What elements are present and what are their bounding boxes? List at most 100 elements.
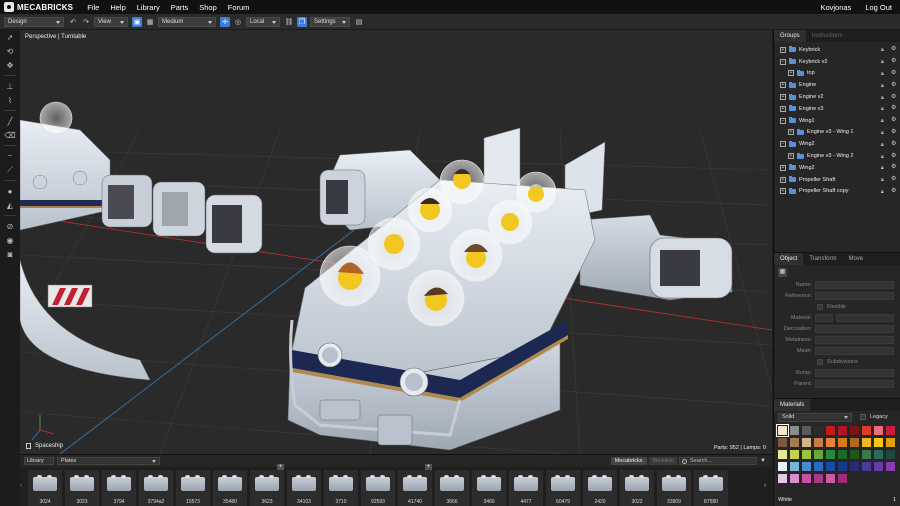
mesh-field[interactable] [815, 346, 894, 355]
logo[interactable]: MECABRICKS [4, 2, 73, 12]
color-swatch[interactable] [790, 438, 799, 447]
name-field[interactable] [815, 280, 894, 289]
color-swatch[interactable] [862, 462, 871, 471]
eraser-tool-icon[interactable]: ⌫ [0, 128, 20, 142]
tab-move[interactable]: Move [842, 253, 869, 265]
color-swatch[interactable] [886, 438, 895, 447]
expand-toggle-icon[interactable]: − [780, 117, 786, 124]
add-variant-icon[interactable]: + [425, 464, 432, 470]
reference-field[interactable] [815, 291, 894, 300]
settings-select[interactable]: Settings [310, 16, 350, 27]
color-swatch[interactable] [790, 462, 799, 471]
group-row[interactable]: + Wing2 🔒︎ ⚙ [774, 162, 900, 174]
quality-select[interactable]: Medium [158, 16, 216, 27]
gear-icon[interactable]: ⚙ [891, 176, 896, 182]
mode-select[interactable]: Design [4, 16, 64, 27]
color-swatch[interactable] [814, 450, 823, 459]
part-tile[interactable]: 3022 [620, 470, 654, 506]
source-bricklink-button[interactable]: Bricklink [648, 457, 677, 465]
part-tile[interactable]: 35480 [213, 470, 247, 506]
color-swatch[interactable] [790, 450, 799, 459]
part-tile[interactable]: 2420 [583, 470, 617, 506]
copy-icon[interactable]: ❐ [297, 16, 307, 27]
legacy-checkbox[interactable] [860, 414, 866, 420]
decoration-field[interactable] [815, 324, 894, 333]
color-swatch[interactable] [778, 462, 787, 471]
part-tile[interactable]: 3794a2 [139, 470, 173, 506]
gear-icon[interactable]: ⚙ [891, 105, 896, 111]
expand-toggle-icon[interactable]: − [780, 58, 786, 65]
color-swatch[interactable] [790, 426, 799, 435]
category-select[interactable]: Plates [57, 457, 160, 465]
group-row[interactable]: + Engine v3 🔒︎ ⚙ [774, 103, 900, 115]
source-mecabricks-button[interactable]: Mecabricks [610, 457, 647, 465]
filter-icon[interactable]: ▼ [760, 457, 770, 465]
color-swatch[interactable] [862, 450, 871, 459]
group-row[interactable]: + Propeller Shaft 🔒︎ ⚙ [774, 174, 900, 186]
lock-icon[interactable]: 🔒︎ [881, 130, 886, 136]
lock-icon[interactable]: 🔒︎ [881, 106, 886, 112]
color-swatch[interactable] [814, 474, 823, 483]
group-row[interactable]: − Keybrick v2 🔒︎ ⚙ [774, 56, 900, 68]
gear-icon[interactable]: ⚙ [891, 164, 896, 170]
color-swatch[interactable] [874, 450, 883, 459]
flex-tool-icon[interactable]: ⌇ [0, 93, 20, 107]
flexible-checkbox[interactable] [817, 303, 823, 310]
link-icon[interactable]: ⛓ [284, 17, 294, 27]
hinge-tool-icon[interactable]: ⊥ [0, 79, 20, 93]
color-swatch[interactable] [814, 438, 823, 447]
menu-library[interactable]: Library [137, 3, 160, 12]
color-swatch[interactable] [814, 462, 823, 471]
menu-file[interactable]: File [87, 3, 99, 12]
chevron-right-icon[interactable]: › [764, 483, 766, 489]
gear-icon[interactable]: ⚙ [891, 188, 896, 194]
chevron-left-icon[interactable]: ‹ [20, 483, 22, 489]
color-swatch[interactable] [802, 474, 811, 483]
measure-tool-icon[interactable]: ⟋ [0, 163, 20, 177]
lock-icon[interactable]: 🔒︎ [881, 165, 886, 171]
tab-object[interactable]: Object [774, 253, 804, 265]
part-tile[interactable]: 92593 [361, 470, 395, 506]
menu-help[interactable]: Help [110, 3, 125, 12]
color-swatch[interactable] [838, 462, 847, 471]
menu-forum[interactable]: Forum [228, 3, 250, 12]
color-swatch[interactable] [874, 462, 883, 471]
expand-toggle-icon[interactable]: − [780, 141, 786, 148]
tab-materials[interactable]: Materials [774, 399, 811, 411]
eye-icon[interactable]: ◉ [0, 233, 20, 247]
group-row[interactable]: + Engine v3 - Wing 1 🔒︎ ⚙ [774, 127, 900, 139]
expand-toggle-icon[interactable]: + [780, 164, 786, 171]
group-row[interactable]: + top 🔒︎ ⚙ [774, 68, 900, 80]
move-gizmo-icon[interactable]: ✛ [220, 16, 230, 27]
color-swatch[interactable] [838, 450, 847, 459]
gear-icon[interactable]: ⚙ [891, 117, 896, 123]
lock-icon[interactable]: 🔒︎ [881, 154, 886, 160]
camera-icon[interactable]: ▣ [132, 16, 142, 27]
view-select[interactable]: View [94, 16, 128, 27]
expand-toggle-icon[interactable]: + [780, 176, 786, 183]
group-row[interactable]: + Engine v3 - Wing 2 🔒︎ ⚙ [774, 150, 900, 162]
hide-icon[interactable]: ⊘ [0, 219, 20, 233]
lock-icon[interactable]: 🔒︎ [881, 47, 886, 53]
expand-toggle-icon[interactable]: + [780, 105, 786, 112]
color-swatch[interactable] [850, 462, 859, 471]
render-camera-icon[interactable]: ◙ [0, 247, 20, 261]
part-tile[interactable]: 3794 [102, 470, 136, 506]
parts-search-input[interactable]: Search... [679, 457, 757, 465]
lock-icon[interactable]: 🔒︎ [881, 177, 886, 183]
tab-transform[interactable]: Transform [803, 253, 842, 265]
lock-icon[interactable]: 🔒︎ [881, 118, 886, 124]
part-tile[interactable]: 60479 [546, 470, 580, 506]
gear-icon[interactable]: ⚙ [891, 129, 896, 135]
color-swatch[interactable] [826, 450, 835, 459]
color-swatch[interactable] [778, 474, 787, 483]
logout-link[interactable]: Log Out [865, 3, 892, 12]
color-swatch[interactable] [814, 426, 823, 435]
gear-icon[interactable]: ⚙ [891, 141, 896, 147]
paint-tool-icon[interactable]: ✥ [0, 58, 20, 72]
expand-toggle-icon[interactable]: + [780, 82, 786, 89]
lock-icon[interactable]: 🔒︎ [881, 71, 886, 77]
color-swatch[interactable] [802, 462, 811, 471]
color-swatch[interactable] [776, 424, 789, 437]
part-tile[interactable]: 15573 [176, 470, 210, 506]
